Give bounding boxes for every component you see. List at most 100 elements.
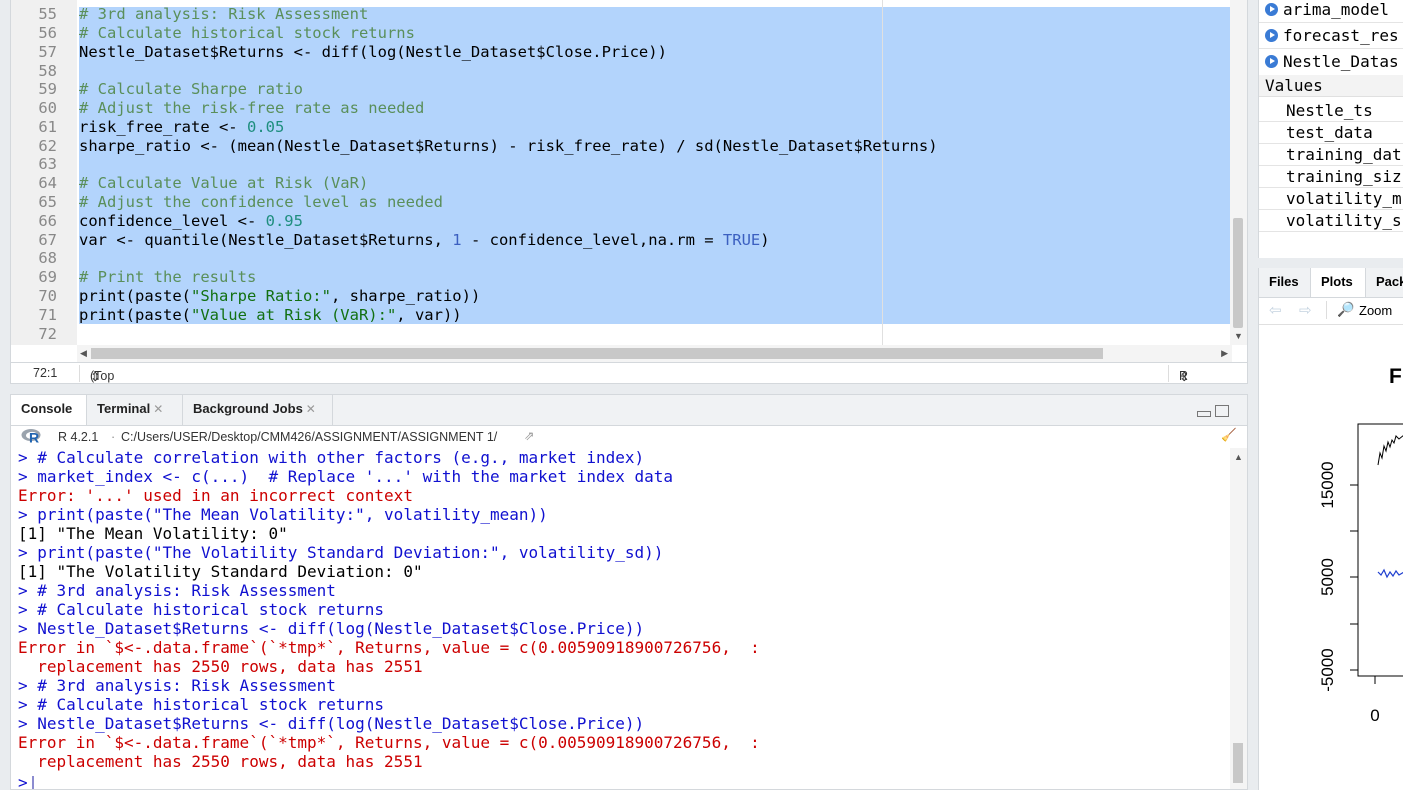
series-black-line — [1377, 435, 1403, 466]
line-number: 59 — [38, 80, 57, 98]
code-line: confidence_level <- 0.95 — [79, 212, 303, 230]
code-area[interactable]: # 3rd analysis: Risk Assessment # Calcul… — [77, 0, 1232, 345]
env-value-item[interactable]: Nestle_ts — [1286, 101, 1373, 120]
code-line: # Adjust the confidence level as needed — [79, 193, 443, 211]
close-icon: ✕ — [153, 402, 164, 416]
console-line: Error in `$<-.data.frame`(`*tmp*`, Retur… — [18, 733, 760, 752]
console-line: [1] "The Mean Volatility: 0" — [18, 524, 288, 543]
code-line: var <- quantile(Nestle_Dataset$Returns, … — [79, 231, 770, 249]
plot-title: F — [1389, 365, 1402, 388]
scrollbar-thumb[interactable] — [1233, 218, 1243, 328]
tab-plots[interactable]: Plots — [1311, 268, 1366, 297]
console-line: > # 3rd analysis: Risk Assessment — [18, 676, 336, 695]
console-line: > # 3rd analysis: Risk Assessment — [18, 581, 336, 600]
code-line: print(paste("Sharpe Ratio:", sharpe_rati… — [79, 287, 481, 305]
line-number-gutter: 55 56 57 58 59 60 61 62 63 64 65 66 67 6… — [11, 0, 77, 345]
back-arrow-icon[interactable]: ⇦ — [1269, 301, 1282, 319]
scrollbar-thumb[interactable] — [1233, 743, 1243, 783]
tab-terminal[interactable]: Terminal ✕ — [87, 395, 183, 425]
line-number: 58 — [38, 62, 57, 80]
env-data-item[interactable]: Nestle_Datas — [1265, 52, 1399, 71]
updown-icon: ⇕ — [90, 370, 101, 384]
console-prompt[interactable]: > — [18, 773, 34, 789]
console-line: [1] "The Volatility Standard Deviation: … — [18, 562, 423, 581]
console-line: > Nestle_Dataset$Returns <- diff(log(Nes… — [18, 619, 645, 638]
working-directory[interactable]: C:/Users/USER/Desktop/CMM426/ASSIGNMENT/… — [121, 430, 497, 444]
console-line: > # Calculate historical stock returns — [18, 600, 385, 619]
console-line: > # Calculate historical stock returns — [18, 695, 385, 714]
line-number: 71 — [38, 306, 57, 324]
scroll-left-icon[interactable]: ◀ — [80, 348, 87, 359]
scroll-down-icon[interactable]: ▼ — [1234, 331, 1243, 341]
scroll-right-icon[interactable]: ▶ — [1221, 348, 1228, 359]
files-plots-pane[interactable]: Files Plots Pack ⇦ ⇨ 🔎 Zoom F 15000 5000… — [1258, 268, 1403, 790]
line-number: 60 — [38, 99, 57, 117]
env-value-item[interactable]: training_siz — [1286, 167, 1402, 186]
code-line: # Calculate Value at Risk (VaR) — [79, 174, 369, 192]
print-margin — [882, 0, 883, 345]
forward-arrow-icon[interactable]: ⇨ — [1299, 301, 1312, 319]
code-line: print(paste("Value at Risk (VaR):", var)… — [79, 306, 462, 324]
line-number: 65 — [38, 193, 57, 211]
console-output[interactable]: > # Calculate correlation with other fac… — [11, 448, 1231, 789]
env-value-item[interactable]: training_dat — [1286, 145, 1402, 164]
tab-packages[interactable]: Pack — [1366, 268, 1403, 297]
env-value-item[interactable]: test_data — [1286, 123, 1373, 142]
updown-icon: ⇕ — [1179, 370, 1190, 384]
environment-pane[interactable]: arima_model forecast_res Nestle_Datas Va… — [1258, 0, 1403, 258]
line-number: 55 — [38, 5, 57, 23]
maximize-icon[interactable] — [1215, 405, 1229, 417]
console-line: replacement has 2550 rows, data has 2551 — [18, 657, 423, 676]
console-tab-bar: Console Terminal ✕ Background Jobs ✕ — [11, 395, 1247, 426]
code-line: Nestle_Dataset$Returns <- diff(log(Nestl… — [79, 43, 667, 61]
x-tick-label: 0 — [1370, 706, 1379, 725]
env-data-item[interactable]: arima_model — [1265, 0, 1389, 19]
scroll-up-icon[interactable]: ▲ — [1234, 452, 1243, 462]
plot-canvas: F 15000 5000 -5000 0 — [1318, 365, 1403, 725]
tab-background-jobs[interactable]: Background Jobs ✕ — [183, 395, 333, 425]
zoom-button[interactable]: Zoom — [1359, 303, 1392, 318]
values-header: Values — [1259, 75, 1403, 97]
text-cursor — [31, 775, 34, 789]
console-pane[interactable]: Console Terminal ✕ Background Jobs ✕ R R 4… — [10, 394, 1248, 790]
plot-area: F 15000 5000 -5000 0 — [1259, 325, 1403, 790]
zoom-icon[interactable]: 🔎 — [1337, 301, 1354, 318]
env-value-item[interactable]: volatility_s — [1286, 211, 1402, 230]
env-data-item[interactable]: forecast_res — [1265, 26, 1399, 45]
y-tick-label: 5000 — [1318, 558, 1337, 596]
line-number: 64 — [38, 174, 57, 192]
files-tab-bar: Files Plots Pack — [1259, 268, 1403, 298]
editor-horizontal-scrollbar[interactable]: ◀ ▶ — [77, 345, 1232, 362]
console-line: > # Calculate correlation with other fac… — [18, 448, 645, 467]
plot-frame — [1357, 423, 1403, 677]
line-number: 67 — [38, 231, 57, 249]
clear-console-icon[interactable]: 🧹 — [1221, 428, 1237, 443]
line-number: 56 — [38, 24, 57, 42]
console-line: > Nestle_Dataset$Returns <- diff(log(Nes… — [18, 714, 645, 733]
env-value-item[interactable]: volatility_m — [1286, 189, 1402, 208]
y-tick-label: 15000 — [1318, 461, 1337, 508]
source-editor[interactable]: 55 56 57 58 59 60 61 62 63 64 65 66 67 6… — [10, 0, 1248, 384]
series-blue-line — [1377, 568, 1403, 579]
line-number: 68 — [38, 249, 57, 267]
code-line: # 3rd analysis: Risk Assessment — [79, 5, 369, 23]
line-number: 69 — [38, 268, 57, 286]
console-info-bar: R R 4.2.1 · C:/Users/USER/Desktop/CMM426… — [11, 426, 1247, 448]
code-line: # Adjust the risk-free rate as needed — [79, 99, 425, 117]
minimize-icon[interactable] — [1197, 411, 1211, 417]
tab-console[interactable]: Console — [11, 395, 87, 425]
r-logo-icon: R — [21, 429, 41, 444]
console-line: > print(paste("The Mean Volatility:", vo… — [18, 505, 548, 524]
cursor-position: 72:1 — [33, 366, 58, 380]
line-number: 57 — [38, 43, 57, 61]
console-vertical-scrollbar[interactable]: ▲ — [1230, 448, 1247, 789]
go-to-directory-icon[interactable]: ⇗ — [524, 428, 534, 443]
tab-files[interactable]: Files — [1259, 268, 1311, 297]
line-number: 61 — [38, 118, 57, 136]
plots-toolbar: ⇦ ⇨ 🔎 Zoom — [1259, 297, 1403, 325]
editor-vertical-scrollbar[interactable]: ▼ — [1230, 0, 1247, 345]
console-line: > market_index <- c(...) # Replace '...'… — [18, 467, 674, 486]
expand-arrow-icon — [1265, 3, 1278, 16]
line-number: 66 — [38, 212, 57, 230]
scrollbar-thumb[interactable] — [91, 348, 1103, 359]
